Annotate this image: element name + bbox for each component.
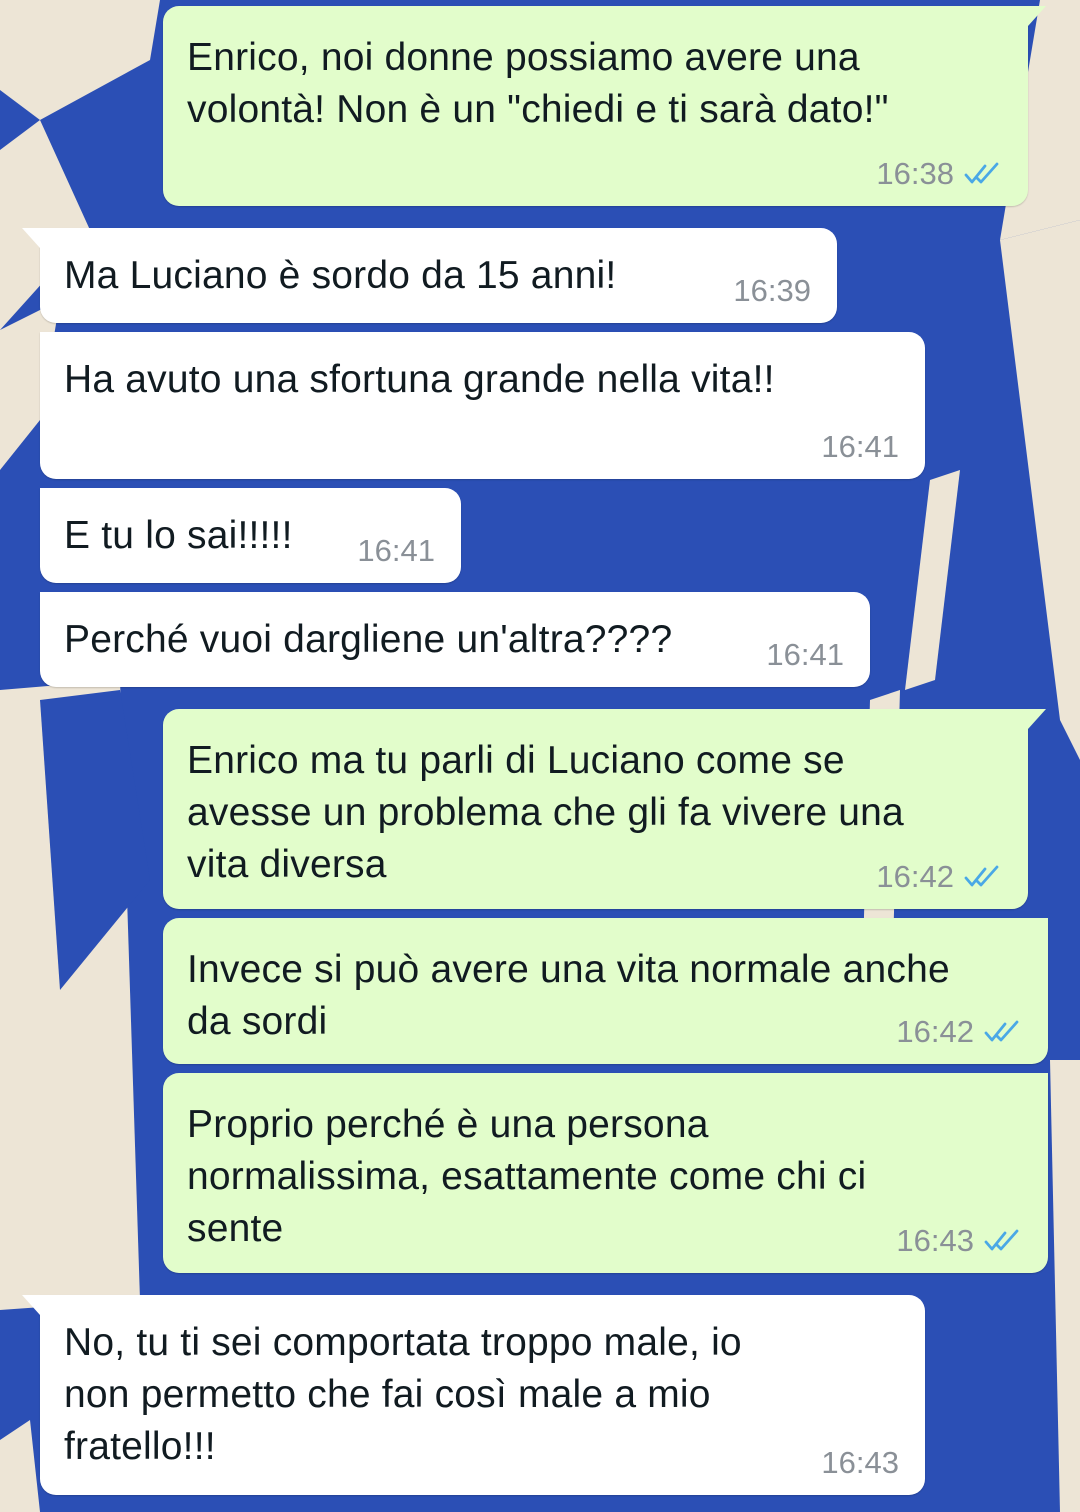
outgoing-message[interactable]: Enrico ma tu parli di Luciano come se av… <box>163 709 1046 909</box>
message-text: Perché vuoi dargliene un'altra???? <box>64 618 673 661</box>
message-meta: 16:38 <box>876 156 1002 192</box>
message-meta: 16:42 <box>876 859 1002 895</box>
message-time: 16:43 <box>896 1223 974 1258</box>
message-text: No, tu ti sei comportata troppo male, io… <box>64 1321 742 1468</box>
incoming-message[interactable]: No, tu ti sei comportata troppo male, io… <box>22 1295 925 1495</box>
message-meta: 16:43 <box>896 1223 1022 1259</box>
incoming-message[interactable]: Ha avuto una sfortuna grande nella vita!… <box>40 332 925 479</box>
message-time: 16:38 <box>876 156 954 191</box>
message-time: 16:41 <box>766 637 844 672</box>
message-meta: 16:43 <box>821 1445 899 1481</box>
incoming-message[interactable]: Perché vuoi dargliene un'altra???? 16:41 <box>40 592 870 687</box>
outgoing-message[interactable]: Proprio perché è una persona normalissim… <box>163 1073 1048 1273</box>
outgoing-message[interactable]: Invece si può avere una vita normale anc… <box>163 918 1048 1064</box>
chat-thread: Enrico, noi donne possiamo avere una vol… <box>0 0 1080 1512</box>
incoming-message[interactable]: E tu lo sai!!!!! 16:41 <box>40 488 461 583</box>
message-time: 16:41 <box>821 429 899 464</box>
incoming-message[interactable]: Ma Luciano è sordo da 15 anni! 16:39 <box>22 228 837 323</box>
double-check-read-icon <box>964 162 999 184</box>
double-check-read-icon <box>984 1229 1019 1251</box>
message-time: 16:42 <box>876 859 954 894</box>
message-time: 16:43 <box>821 1445 899 1480</box>
outgoing-message[interactable]: Enrico, noi donne possiamo avere una vol… <box>163 6 1046 206</box>
message-meta: 16:41 <box>357 533 435 569</box>
message-meta: 16:42 <box>896 1014 1022 1050</box>
message-meta: 16:41 <box>821 429 899 465</box>
message-time: 16:42 <box>896 1014 974 1049</box>
message-text: Ha avuto una sfortuna grande nella vita!… <box>64 358 775 401</box>
message-time: 16:39 <box>733 273 811 308</box>
message-meta: 16:41 <box>766 637 844 673</box>
double-check-read-icon <box>964 865 999 887</box>
message-text: Ma Luciano è sordo da 15 anni! <box>64 254 617 297</box>
message-meta: 16:39 <box>733 273 811 309</box>
message-text: Enrico, noi donne possiamo avere una vol… <box>187 36 889 131</box>
message-time: 16:41 <box>357 533 435 568</box>
double-check-read-icon <box>984 1020 1019 1042</box>
